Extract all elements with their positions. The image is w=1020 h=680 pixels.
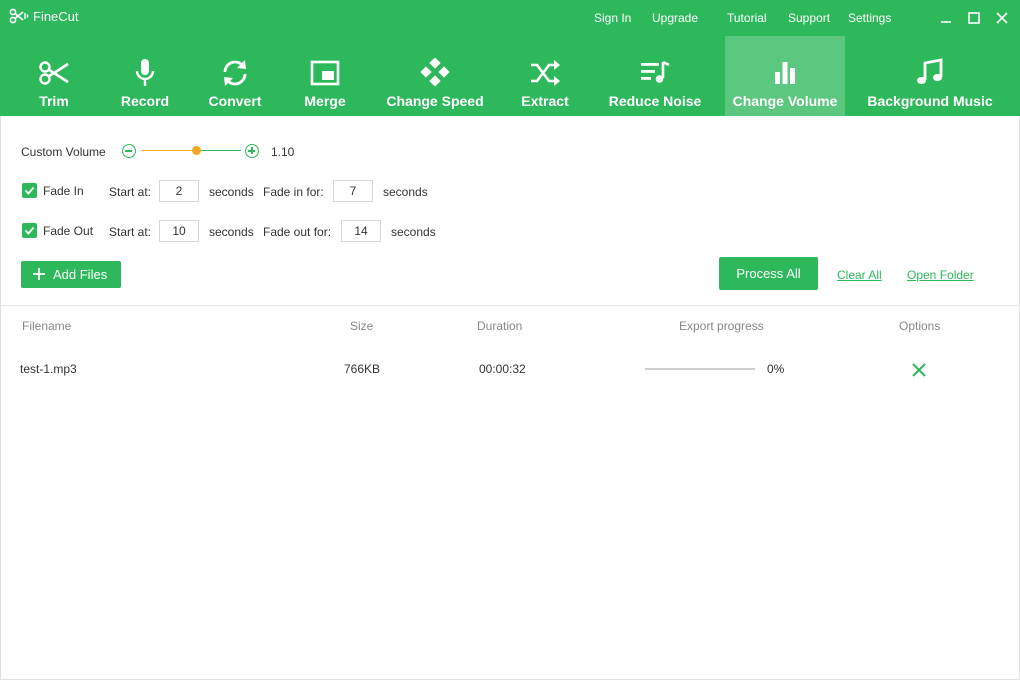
settings-link[interactable]: Settings xyxy=(848,11,891,25)
column-header-export-progress: Export progress xyxy=(679,319,764,333)
row-filename: test-1.mp3 xyxy=(20,362,77,376)
shuffle-icon xyxy=(531,60,560,86)
tool-label: Change Speed xyxy=(386,93,484,109)
window-border-left xyxy=(0,116,1,680)
fade-in-duration-label: Fade in for: xyxy=(263,185,324,199)
tool-change-volume[interactable]: Change Volume xyxy=(725,36,845,116)
tool-convert[interactable]: Convert xyxy=(190,36,280,116)
seconds-label: seconds xyxy=(391,225,436,239)
tool-label: Change Volume xyxy=(732,93,838,109)
seconds-label: seconds xyxy=(383,185,428,199)
tool-label: Extract xyxy=(521,93,569,109)
fade-out-start-label: Start at: xyxy=(109,225,152,239)
seconds-label: seconds xyxy=(209,225,254,239)
tool-label: Reduce Noise xyxy=(608,93,702,109)
tool-label: Trim xyxy=(39,93,69,109)
checkmark-icon xyxy=(24,186,35,195)
refresh-icon xyxy=(223,60,247,86)
process-all-button[interactable]: Process All xyxy=(719,257,818,290)
fade-in-duration-input[interactable]: 7 xyxy=(333,180,373,202)
close-icon[interactable] xyxy=(994,10,1010,26)
microphone-icon xyxy=(135,59,155,86)
volume-track-filled xyxy=(141,150,196,151)
fade-in-start-label: Start at: xyxy=(109,185,152,199)
app-header: FineCut Sign In Upgrade Tutorial Support… xyxy=(0,0,1020,116)
row-progress-bar xyxy=(645,368,755,370)
row-progress-text: 0% xyxy=(767,362,785,376)
tool-label: Convert xyxy=(208,93,262,109)
fade-out-checkbox[interactable] xyxy=(22,223,37,238)
custom-volume-label: Custom Volume xyxy=(21,145,106,159)
plus-icon xyxy=(33,268,45,280)
tool-reduce-noise[interactable]: Reduce Noise xyxy=(600,36,710,116)
add-files-button[interactable]: Add Files xyxy=(21,261,121,288)
scissors-logo-icon xyxy=(9,8,29,24)
fade-in-label: Fade In xyxy=(43,184,84,198)
fade-out-duration-label: Fade out for: xyxy=(263,225,332,239)
volume-decrease-button[interactable] xyxy=(122,144,136,158)
tool-label: Background Music xyxy=(867,93,993,109)
gamepad-icon xyxy=(420,58,450,87)
add-files-label: Add Files xyxy=(53,267,108,282)
fade-out-label: Fade Out xyxy=(43,224,94,238)
tool-background-music[interactable]: Background Music xyxy=(860,36,1000,116)
seconds-label: seconds xyxy=(209,185,254,199)
tool-label: Record xyxy=(120,93,170,109)
fade-out-duration-input[interactable]: 14 xyxy=(341,220,381,242)
fade-in-start-input[interactable]: 2 xyxy=(159,180,199,202)
upgrade-link[interactable]: Upgrade xyxy=(652,11,698,25)
noise-list-icon xyxy=(641,60,670,83)
tool-extract[interactable]: Extract xyxy=(506,36,584,116)
volume-slider-group xyxy=(122,143,260,159)
tool-label: Merge xyxy=(304,93,346,109)
support-link[interactable]: Support xyxy=(788,11,830,25)
bar-chart-icon xyxy=(775,62,795,84)
volume-track-empty xyxy=(196,150,241,151)
volume-increase-button[interactable] xyxy=(245,144,259,158)
app-logo: FineCut xyxy=(9,8,79,24)
row-duration: 00:00:32 xyxy=(479,362,526,376)
title-bar: FineCut Sign In Upgrade Tutorial Support… xyxy=(0,0,1020,36)
tool-change-speed[interactable]: Change Speed xyxy=(376,36,494,116)
volume-slider-thumb[interactable] xyxy=(191,146,201,155)
column-header-options: Options xyxy=(899,319,941,333)
tutorial-link[interactable]: Tutorial xyxy=(727,11,767,25)
maximize-icon[interactable] xyxy=(966,10,982,26)
row-size: 766KB xyxy=(344,362,381,376)
music-note-icon xyxy=(917,58,943,85)
open-folder-link[interactable]: Open Folder xyxy=(907,268,974,282)
fade-out-start-input[interactable]: 10 xyxy=(159,220,199,242)
clear-all-link[interactable]: Clear All xyxy=(837,268,882,282)
fade-in-checkbox[interactable] xyxy=(22,183,37,198)
sign-in-link[interactable]: Sign In xyxy=(594,11,631,25)
checkmark-icon xyxy=(24,226,35,235)
column-header-duration: Duration xyxy=(477,319,523,333)
delete-x-icon[interactable] xyxy=(911,362,927,378)
tool-merge[interactable]: Merge xyxy=(286,36,364,116)
merge-icon xyxy=(310,60,340,86)
column-header-filename: Filename xyxy=(22,319,72,333)
tool-record[interactable]: Record xyxy=(108,36,182,116)
volume-value: 1.10 xyxy=(271,145,295,159)
app-title: FineCut xyxy=(33,8,79,24)
section-divider xyxy=(0,305,1020,306)
tool-bar: Trim Record Convert Merge Change Speed E… xyxy=(0,36,1020,116)
tool-trim[interactable]: Trim xyxy=(0,36,108,116)
minimize-icon[interactable] xyxy=(938,10,954,26)
scissors-icon xyxy=(39,61,69,85)
column-header-size: Size xyxy=(350,319,374,333)
